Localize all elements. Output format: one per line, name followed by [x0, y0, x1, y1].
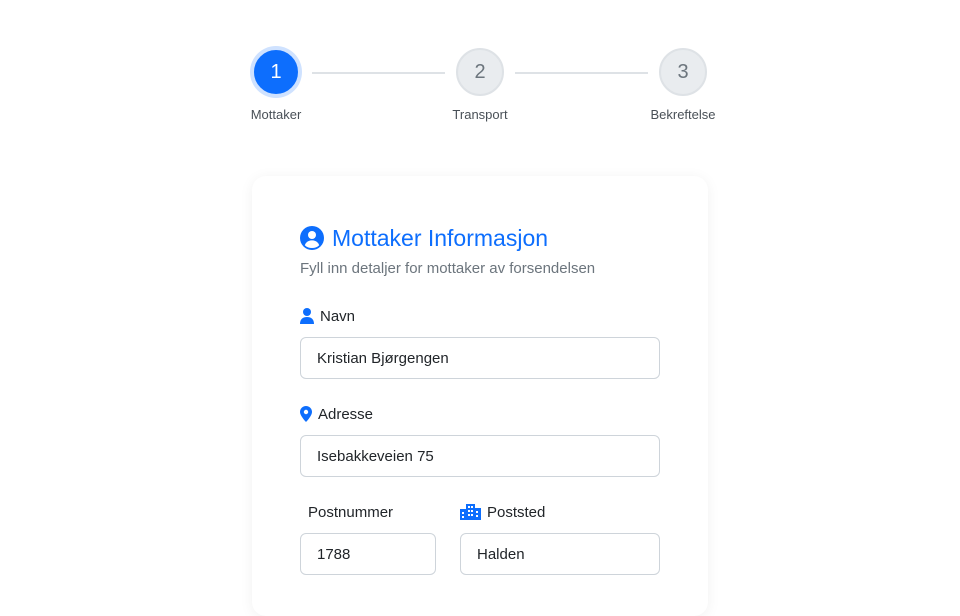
step-label: Bekreftelse: [650, 107, 716, 122]
poststed-label-text: Poststed: [487, 503, 546, 521]
step-circle: 1: [252, 48, 300, 96]
step-connector: [312, 72, 445, 74]
step-circle: 3: [659, 48, 707, 96]
person-icon: [300, 308, 314, 324]
recipient-form-card: Mottaker Informasjon Fyll inn detaljer f…: [252, 176, 708, 616]
form-content: Mottaker Informasjon Fyll inn detaljer f…: [300, 224, 660, 277]
adresse-label: Adresse: [300, 404, 660, 424]
adresse-input[interactable]: [300, 435, 660, 477]
navn-label: Navn: [300, 306, 660, 326]
postnummer-label-text: Postnummer: [308, 503, 394, 521]
form-subtitle: Fyll inn detaljer for mottaker av forsen…: [300, 260, 596, 277]
step-mottaker[interactable]: 1 Mottaker: [236, 48, 316, 122]
step-label: Transport: [452, 107, 508, 122]
poststed-input[interactable]: [460, 533, 660, 575]
form-title: Mottaker Informasjon: [332, 224, 549, 251]
progress-stepper: 1 Mottaker 2 Transport 3 Bekreftelse: [251, 48, 716, 128]
navn-label-text: Navn: [320, 307, 356, 325]
adresse-label-text: Adresse: [318, 405, 374, 423]
step-label: Mottaker: [250, 107, 302, 122]
map-pin-icon: [300, 406, 312, 422]
navn-field-group: Navn: [300, 306, 660, 379]
step-connector: [515, 72, 648, 74]
step-transport[interactable]: 2 Transport: [440, 48, 520, 122]
postnummer-input[interactable]: [300, 533, 436, 575]
user-circle-icon: [300, 226, 324, 250]
navn-input[interactable]: [300, 337, 660, 379]
poststed-label: Poststed: [460, 502, 660, 522]
postnummer-field-group: Postnummer: [300, 502, 436, 575]
step-bekreftelse[interactable]: 3 Bekreftelse: [643, 48, 723, 122]
postnummer-label: Postnummer: [300, 502, 436, 522]
adresse-field-group: Adresse: [300, 404, 660, 477]
step-circle: 2: [456, 48, 504, 96]
poststed-field-group: Poststed: [460, 502, 660, 575]
form-header: Mottaker Informasjon: [300, 224, 660, 252]
city-icon: [460, 504, 481, 520]
